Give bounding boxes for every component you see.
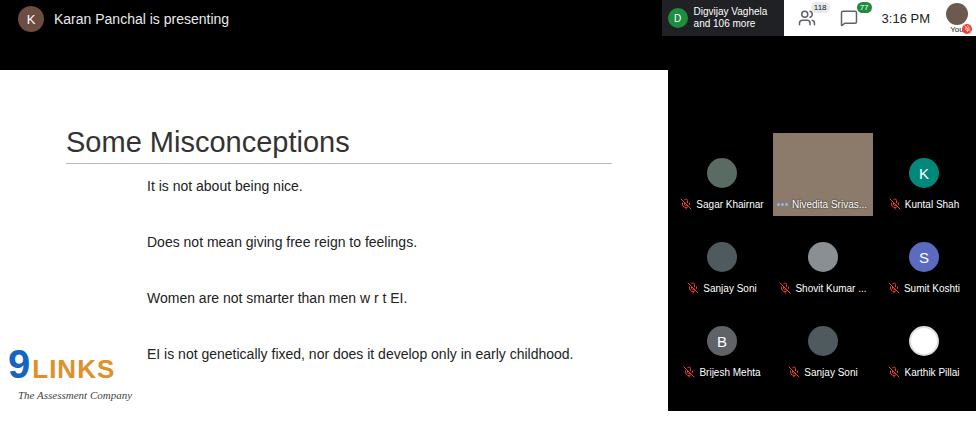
company-logo: 9LINKSThe Assessment Company	[8, 344, 144, 401]
name-row: Nivedita Srivas...	[773, 199, 867, 210]
participant-name: Sanjay Soni	[703, 283, 756, 294]
top-right-controls: D Digvijay Vaghelaand 106 more 118 77 3:16 P…	[662, 0, 976, 36]
self-mic-off	[962, 24, 972, 34]
bullet: Women are not smarter than men w r t EI.	[147, 289, 612, 307]
participant-name: Shovit Kumar ...	[795, 283, 866, 294]
mic-off-icon	[687, 282, 699, 294]
name-row: Sumit Koshti	[888, 282, 960, 294]
participant-name: Nivedita Srivas...	[792, 199, 867, 210]
bullet-list: It is not about being nice. Does not mean…	[66, 164, 612, 363]
slide: Some MisconceptionsIt is not about being…	[0, 70, 668, 411]
presenter-info: K Karan Panchal is presenting	[0, 0, 229, 32]
chat-icon	[840, 9, 858, 27]
name-row: Sagar Khairnar	[680, 198, 763, 210]
participant-tile[interactable]: Shovit Kumar ...	[773, 217, 873, 300]
participant-tile[interactable]: Sanjay Soni	[672, 217, 772, 300]
participant-avatar: D	[668, 8, 688, 28]
participant-avatar	[707, 242, 737, 272]
mic-off-icon	[683, 366, 695, 378]
participant-tile[interactable]: Nivedita Srivas...	[773, 133, 873, 216]
chat-count: 77	[857, 2, 872, 13]
bullet: It is not about being nice.	[147, 177, 612, 195]
slide-title: Some Misconceptions	[66, 125, 612, 164]
participant-avatar	[808, 242, 838, 272]
name-row: Karthik Pillai	[888, 366, 959, 378]
participant-tile[interactable]: B Brijesh Mehta	[672, 301, 772, 384]
main-area: Some MisconceptionsIt is not about being…	[0, 40, 976, 411]
participants-text: Digvijay Vaghelaand 106 more	[694, 6, 768, 30]
participant-avatar: B	[707, 326, 737, 356]
participant-avatar	[707, 158, 737, 188]
name-row: Brijesh Mehta	[683, 366, 760, 378]
participant-tile[interactable]: Sanjay Soni	[773, 301, 873, 384]
participants-preview[interactable]: D Digvijay Vaghelaand 106 more	[662, 0, 784, 36]
participant-avatar: S	[909, 242, 939, 272]
name-row: Shovit Kumar ...	[779, 282, 866, 294]
participant-tile[interactable]: Sagar Khairnar	[672, 133, 772, 216]
people-count: 118	[811, 2, 830, 13]
speaking-icon	[777, 203, 788, 206]
logo-tagline: The Assessment Company	[8, 389, 144, 401]
clock: 3:16 PM	[882, 11, 930, 26]
mic-off-icon	[779, 282, 791, 294]
name-row: Kuntal Shah	[889, 198, 960, 210]
participant-avatar	[808, 326, 838, 356]
bullet: EI is not genetically fixed, nor does it…	[147, 345, 612, 363]
mic-off-icon	[889, 198, 901, 210]
self-view[interactable]: You	[946, 3, 968, 34]
participant-name: Karthik Pillai	[904, 367, 959, 378]
participant-avatar	[909, 326, 939, 356]
participant-name: Kuntal Shah	[905, 199, 960, 210]
logo-word: LINKS	[32, 349, 115, 389]
presenter-avatar: K	[18, 6, 44, 32]
status-area: 118 77 3:16 PM You	[784, 0, 976, 36]
people-button[interactable]: 118	[798, 9, 824, 27]
participant-name: Sanjay Soni	[804, 367, 857, 378]
name-row: Sanjay Soni	[788, 366, 857, 378]
participant-avatar: K	[909, 158, 939, 188]
mic-off-icon	[788, 366, 800, 378]
logo-number: 9	[8, 344, 30, 384]
presentation-area: Some MisconceptionsIt is not about being…	[0, 40, 668, 411]
mic-off-icon	[964, 25, 971, 32]
chat-button[interactable]: 77	[840, 9, 866, 27]
participant-tile[interactable]: S Sumit Koshti	[874, 217, 974, 300]
name-row: Sanjay Soni	[687, 282, 756, 294]
top-bar: K Karan Panchal is presenting D Digvijay Va…	[0, 0, 976, 40]
tile-grid: Sagar Khairnar Nivedita Srivas... K Kuntal …	[672, 133, 974, 384]
participant-tile[interactable]: K Kuntal Shah	[874, 133, 974, 216]
self-avatar	[946, 3, 968, 25]
bullet: Does not mean giving free reign to feeli…	[147, 233, 612, 251]
bottom-strip	[0, 411, 976, 439]
mic-off-icon	[888, 282, 900, 294]
presenter-text: Karan Panchal is presenting	[54, 11, 229, 27]
participant-name: Sumit Koshti	[904, 283, 960, 294]
mic-off-icon	[680, 198, 692, 210]
participant-tile[interactable]: Karthik Pillai	[874, 301, 974, 384]
participants-panel: Sagar Khairnar Nivedita Srivas... K Kuntal …	[668, 40, 976, 411]
meeting-window: K Karan Panchal is presenting D Digvijay Va…	[0, 0, 976, 439]
participant-name: Brijesh Mehta	[699, 367, 760, 378]
participant-name: Sagar Khairnar	[696, 199, 763, 210]
mic-off-icon	[888, 366, 900, 378]
